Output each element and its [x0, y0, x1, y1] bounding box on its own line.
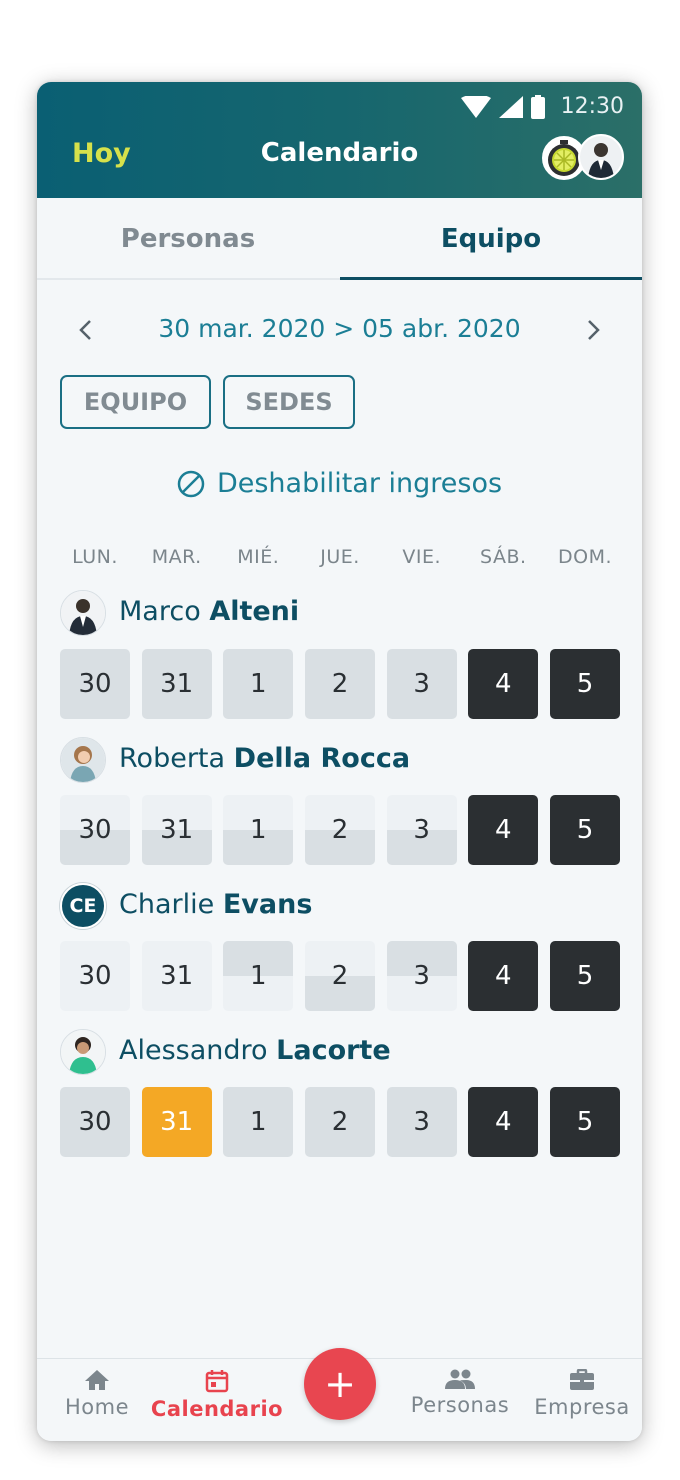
status-bar: 12:30: [460, 94, 624, 119]
day-cell-weekend[interactable]: 5: [550, 795, 620, 865]
nav-calendario[interactable]: Calendario: [151, 1369, 283, 1421]
signal-icon: [498, 95, 523, 118]
day-cell[interactable]: 3: [386, 1087, 457, 1157]
day-cell-weekend[interactable]: 4: [468, 795, 539, 865]
person-photo-icon: [61, 1030, 105, 1074]
day-cell-weekend[interactable]: 5: [550, 941, 620, 1011]
day-cell[interactable]: 1: [223, 1087, 294, 1157]
disable-entries-button[interactable]: Deshabilitar ingresos: [37, 468, 642, 499]
day-cell-weekend[interactable]: 4: [468, 941, 539, 1011]
filter-team-button[interactable]: EQUIPO: [60, 375, 211, 429]
weekday-header: LUN. MAR. MIÉ. JUE. VIE. SÁB. DOM.: [60, 546, 620, 576]
person-days-charlie-evans: 30 31 1 2 3 4 5: [60, 941, 620, 1011]
person-days-alessandro-lacorte: 30 31 1 2 3 4 5: [60, 1087, 620, 1157]
day-cell-highlighted[interactable]: 31: [141, 1087, 212, 1157]
day-cell-weekend[interactable]: 4: [468, 1087, 539, 1157]
header-avatars[interactable]: [542, 134, 624, 182]
day-cell[interactable]: 2: [305, 1087, 375, 1157]
day-cell[interactable]: 1: [223, 649, 294, 719]
date-range-label: 30 mar. 2020 > 05 abr. 2020: [158, 314, 521, 343]
day-cell[interactable]: 30: [60, 795, 130, 865]
filter-sites-button[interactable]: SEDES: [223, 375, 355, 429]
day-cell[interactable]: 1: [223, 941, 294, 1011]
nav-personas-label: Personas: [410, 1393, 510, 1417]
day-cell[interactable]: 1: [223, 795, 294, 865]
person-photo-icon: [61, 738, 105, 782]
day-cell[interactable]: 2: [305, 941, 375, 1011]
avatar: [60, 737, 106, 783]
person-name: Marco Alteni: [119, 596, 300, 627]
weekday-thu: JUE.: [320, 546, 360, 568]
user-avatar: [578, 134, 624, 180]
person-days-marco-alteni: 30 31 1 2 3 4 5: [60, 649, 620, 719]
chevron-right-icon: [588, 320, 600, 340]
tab-equipo[interactable]: Equipo: [340, 198, 642, 280]
next-week-button[interactable]: [574, 310, 614, 350]
status-time: 12:30: [560, 94, 624, 119]
people-icon: [445, 1369, 475, 1389]
add-button[interactable]: +: [304, 1348, 376, 1420]
nav-home-label: Home: [64, 1395, 129, 1419]
person-photo-icon: [580, 136, 622, 178]
nav-empresa-label: Empresa: [534, 1395, 630, 1419]
day-cell[interactable]: 30: [60, 941, 130, 1011]
day-cell[interactable]: 31: [141, 649, 212, 719]
nav-calendario-label: Calendario: [150, 1397, 284, 1421]
weekday-tue: MAR.: [151, 546, 202, 568]
day-cell[interactable]: 31: [141, 795, 212, 865]
person-name: Roberta Della Rocca: [119, 743, 411, 774]
home-icon: [85, 1370, 109, 1390]
nav-empresa[interactable]: Empresa: [522, 1369, 642, 1419]
person-photo-icon: [61, 591, 105, 635]
person-row-alessandro-lacorte[interactable]: Alessandro Lacorte: [60, 1029, 620, 1075]
person-row-charlie-evans[interactable]: CE Charlie Evans: [60, 883, 620, 929]
weekday-fri: VIE.: [402, 546, 442, 568]
tab-personas[interactable]: Personas: [37, 198, 339, 280]
day-cell[interactable]: 30: [60, 1087, 130, 1157]
phone-screen: 12:30 Hoy Calendario Personas Equipo 30 …: [37, 82, 642, 1441]
block-icon: [177, 470, 205, 497]
person-days-roberta-della-rocca: 30 31 1 2 3 4 5: [60, 795, 620, 865]
date-navigation: 30 mar. 2020 > 05 abr. 2020: [37, 304, 642, 354]
weekday-sun: DOM.: [557, 546, 613, 568]
view-tabs: Personas Equipo: [37, 198, 642, 280]
person-name: Alessandro Lacorte: [119, 1035, 391, 1066]
person-row-marco-alteni[interactable]: Marco Alteni: [60, 590, 620, 636]
battery-icon: [530, 94, 545, 119]
day-cell[interactable]: 3: [386, 795, 457, 865]
day-cell[interactable]: 3: [386, 649, 457, 719]
day-cell[interactable]: 31: [141, 941, 212, 1011]
person-row-roberta-della-rocca[interactable]: Roberta Della Rocca: [60, 737, 620, 783]
app-header: 12:30 Hoy Calendario: [37, 82, 642, 198]
day-cell[interactable]: 2: [305, 795, 375, 865]
day-cell[interactable]: 30: [60, 649, 130, 719]
disable-entries-label: Deshabilitar ingresos: [216, 468, 503, 499]
avatar: [60, 590, 106, 636]
briefcase-icon: [570, 1369, 594, 1390]
wifi-icon: [460, 95, 491, 118]
day-cell[interactable]: 2: [305, 649, 375, 719]
nav-home[interactable]: Home: [37, 1369, 157, 1419]
weekday-sat: SÁB.: [480, 546, 527, 568]
day-cell[interactable]: 3: [386, 941, 457, 1011]
active-tab-indicator: [340, 277, 642, 280]
weekday-wed: MIÉ.: [237, 546, 280, 568]
day-cell-weekend[interactable]: 5: [550, 1087, 620, 1157]
calendar-icon: [205, 1370, 229, 1393]
avatar: [60, 1029, 106, 1075]
day-cell-weekend[interactable]: 4: [468, 649, 539, 719]
nav-personas[interactable]: Personas: [400, 1369, 520, 1417]
day-cell-weekend[interactable]: 5: [550, 649, 620, 719]
weekday-mon: LUN.: [72, 546, 118, 568]
person-name: Charlie Evans: [119, 889, 313, 920]
initials-avatar: CE: [60, 883, 106, 929]
